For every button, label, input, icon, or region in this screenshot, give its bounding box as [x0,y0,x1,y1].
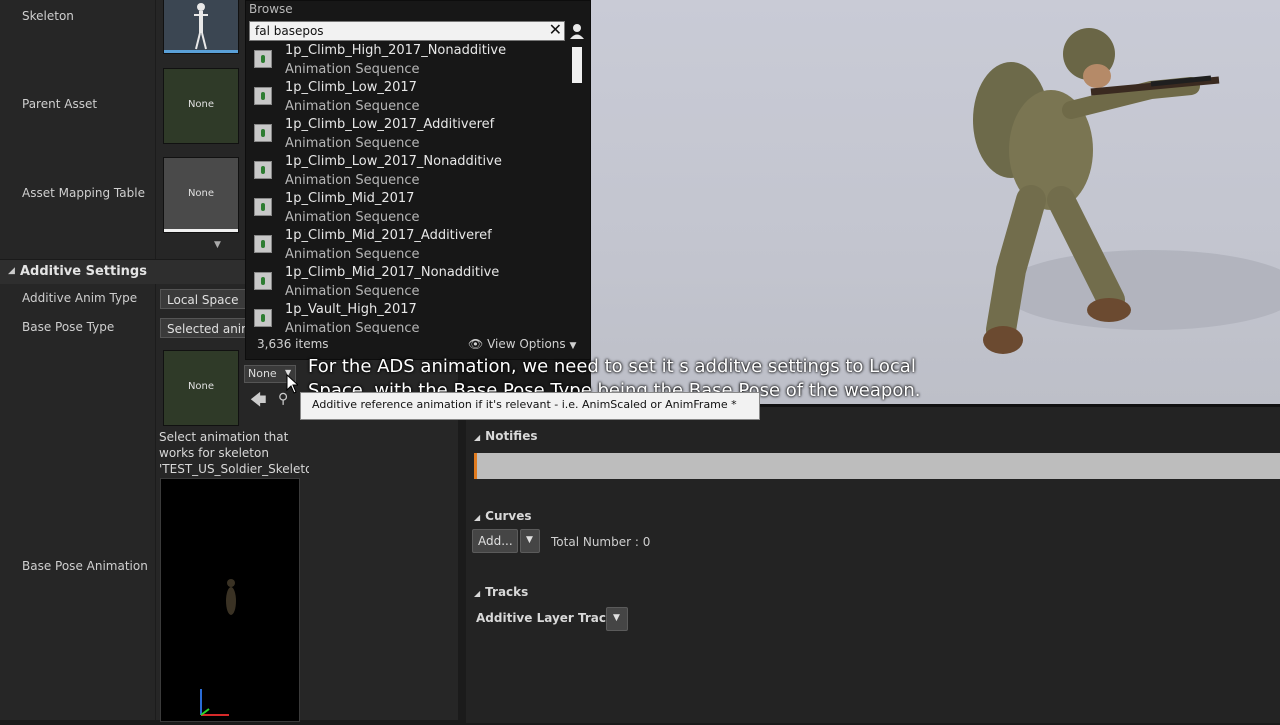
view-options-label: View Options [487,337,566,351]
skeleton-label: Skeleton [22,9,74,23]
asset-type: Animation Sequence [285,210,420,225]
tracks-label: Tracks [485,585,529,599]
browse-dropdown: Browse fal basepos ✕ 1p_Climb_High_2017_… [245,0,591,360]
collapse-triangle-icon: ◢ [474,433,481,442]
viewport[interactable] [591,0,1280,404]
use-selected-arrow-icon[interactable]: 🡄 [250,389,267,416]
collapse-triangle-icon: ◢ [474,513,481,522]
asset-list-item[interactable]: 1p_Climb_Low_2017_Additiveref Animation S… [246,117,566,155]
parent-asset-label: Parent Asset [22,97,98,111]
reference-anim-thumb-value: None [187,381,215,392]
asset-list-item[interactable]: 1p_Climb_Mid_2017 Animation Sequence [246,191,566,229]
additive-layer-tracks-dropdown[interactable]: ▼ [606,607,628,631]
browse-footer: 3,636 items 👁 View Options ▼ [246,331,590,359]
view-options-button[interactable]: 👁 View Options ▼ [468,337,576,351]
dropdown-arrow-icon: ▼ [569,341,577,351]
asset-list-item[interactable]: 1p_Climb_Low_2017 Animation Sequence [246,80,566,118]
reference-anim-thumbnail[interactable]: None [163,350,239,426]
tooltip-text: Additive reference animation if it's rel… [312,398,737,411]
asset-type: Animation Sequence [285,136,420,151]
reference-anim-combo-value: None [248,367,277,380]
asset-name: 1p_Climb_Low_2017_Nonadditive [285,154,502,169]
base-pose-preview[interactable] [160,478,300,722]
collapse-triangle-icon: ◢ [474,589,481,598]
animation-sequence-icon [254,124,272,142]
skeleton-figure-icon [194,3,208,50]
animation-sequence-icon [254,272,272,290]
panel-splitter[interactable] [458,404,466,720]
person-filter-icon[interactable] [568,22,586,40]
tracks-header[interactable]: ◢ Tracks [474,585,528,599]
base-pose-animation-label: Base Pose Animation [22,559,148,573]
asset-type: Animation Sequence [285,284,420,299]
item-count: 3,636 items [257,337,329,351]
dropdown-arrow-icon: ▼ [526,535,533,545]
asset-list-item[interactable]: 1p_Climb_Low_2017_Nonadditive Animation S… [246,154,566,192]
asset-mapping-thumbnail[interactable]: None [163,157,239,233]
asset-type: Animation Sequence [285,247,420,262]
collapse-triangle-icon: ◢ [8,266,15,276]
animation-sequence-icon [254,309,272,327]
soldier-character-icon [973,28,1280,354]
parent-asset-thumbnail[interactable]: None [163,68,239,144]
asset-list-item[interactable]: 1p_Climb_High_2017_Nonadditive Animation … [246,43,566,81]
asset-mapping-value: None [187,188,215,199]
animation-sequence-icon [254,87,272,105]
select-animation-hint: Select animation that works for skeleton… [159,430,309,476]
preview-character-icon [200,579,236,716]
asset-name: 1p_Climb_High_2017_Nonadditive [285,43,507,58]
timeline-panel: ◢ Notifies ◢ Curves Add... ▼ Total Number … [466,404,1280,723]
base-pose-type-combo[interactable]: Selected animation [160,318,246,338]
asset-mapping-label: Asset Mapping Table [22,186,145,200]
animation-sequence-icon [254,235,272,253]
asset-type: Animation Sequence [285,173,420,188]
asset-name: 1p_Climb_Low_2017_Additiveref [285,117,495,132]
additive-anim-type-combo[interactable]: Local Space [160,289,246,309]
additive-settings-title: Additive Settings [20,264,147,279]
animation-sequence-icon [254,161,272,179]
asset-name: 1p_Climb_Mid_2017 [285,191,415,206]
skeleton-thumbnail[interactable] [163,0,239,54]
asset-list-scrollbar[interactable] [572,47,582,83]
asset-type: Animation Sequence [285,62,420,77]
notifies-label: Notifies [485,429,538,443]
eye-icon: 👁 [468,337,484,351]
additive-anim-type-label: Additive Anim Type [22,291,138,305]
asset-name: 1p_Climb_Mid_2017_Nonadditive [285,265,500,280]
dropdown-arrow-icon: ▼ [613,613,620,623]
mouse-cursor-icon [286,374,298,394]
total-number-label: Total Number : 0 [551,535,651,549]
notifies-track[interactable] [474,453,1280,479]
curves-label: Curves [485,509,532,523]
animation-sequence-icon [254,198,272,216]
asset-name: 1p_Climb_Mid_2017_Additiveref [285,228,492,243]
expand-arrow-icon[interactable]: ▼ [214,240,221,250]
asset-list-item[interactable]: 1p_Vault_High_2017 Animation Sequence [246,302,566,334]
tooltip: Additive reference animation if it's rel… [300,392,760,420]
add-curve-dropdown[interactable]: ▼ [520,529,540,553]
asset-name: 1p_Climb_Low_2017 [285,80,417,95]
asset-list-item[interactable]: 1p_Climb_Mid_2017_Additiveref Animation S… [246,228,566,266]
subtitle-line-1: For the ADS animation, we need to set it… [308,356,916,377]
base-pose-type-label: Base Pose Type [22,320,115,334]
asset-list: 1p_Climb_High_2017_Nonadditive Animation … [246,1,570,334]
asset-list-item[interactable]: 1p_Climb_Mid_2017_Nonadditive Animation S… [246,265,566,303]
animation-sequence-icon [254,50,272,68]
notifies-header[interactable]: ◢ Notifies [474,429,537,443]
column-divider [155,0,156,720]
asset-name: 1p_Vault_High_2017 [285,302,417,317]
additive-layer-tracks-label: Additive Layer Tracks [476,611,622,625]
asset-type: Animation Sequence [285,99,420,114]
parent-asset-value: None [187,99,215,110]
add-curve-button[interactable]: Add... [472,529,518,553]
curves-header[interactable]: ◢ Curves [474,509,532,523]
